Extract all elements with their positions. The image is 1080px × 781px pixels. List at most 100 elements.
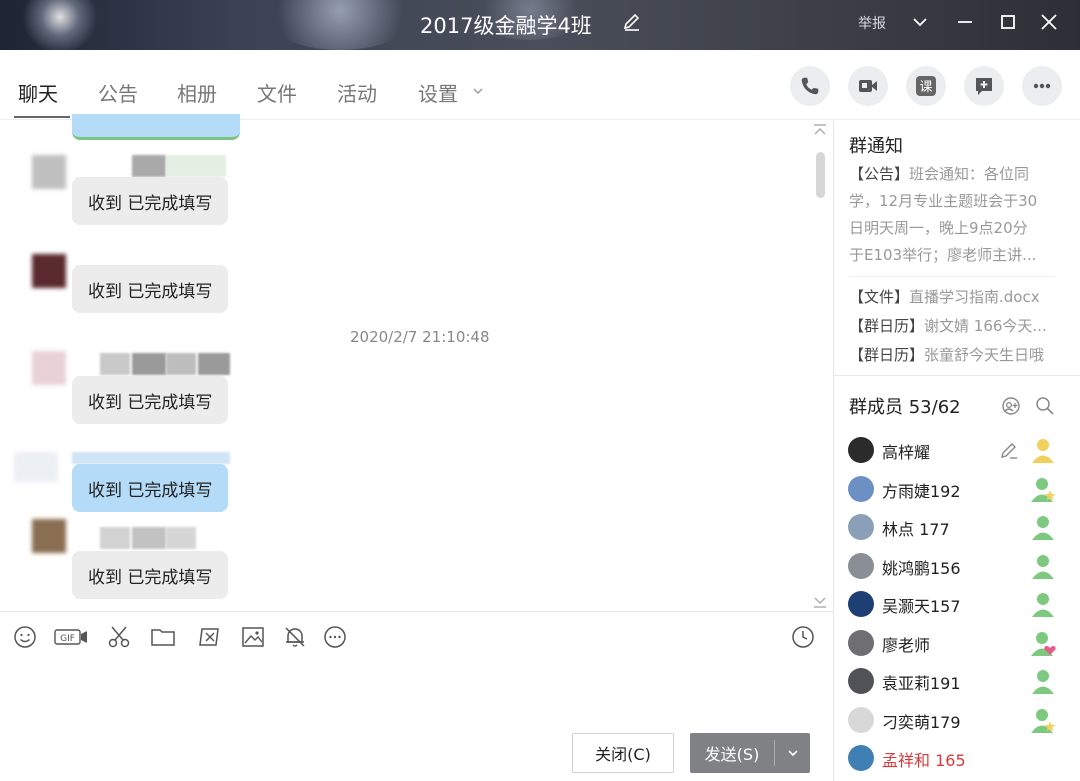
sender-name-blurred: [132, 353, 166, 375]
avatar[interactable]: [32, 351, 66, 385]
avatar: [848, 553, 874, 579]
message-bubble[interactable]: 收到 已完成填写: [72, 551, 229, 599]
class-icon-text: 课: [919, 80, 932, 95]
announcement-line[interactable]: 于E103举行；廖老师主讲...: [849, 244, 1036, 265]
more-button[interactable]: [1022, 66, 1062, 106]
folder-icon[interactable]: [150, 624, 176, 650]
tab-files[interactable]: 文件: [257, 78, 297, 107]
avatar[interactable]: [14, 452, 58, 482]
heart-badge-icon: [1031, 632, 1056, 656]
avatar[interactable]: [32, 155, 66, 189]
close-window-icon[interactable]: [1037, 10, 1061, 34]
send-options-dropdown[interactable]: [775, 747, 810, 759]
message-bubble[interactable]: 收到 已完成填写: [72, 265, 229, 313]
add-app-button[interactable]: [964, 66, 1004, 106]
member-item[interactable]: 廖老师: [848, 628, 1068, 658]
message-timestamp: 2020/2/7 21:10:48: [350, 328, 490, 346]
calendar-text: 张童舒今天生日哦: [924, 346, 1045, 364]
member-name: 孟祥和 165: [882, 751, 966, 770]
member-item[interactable]: 吴灏天157: [848, 589, 1068, 619]
tab-announcement[interactable]: 公告: [98, 78, 138, 107]
calendar-notice[interactable]: 【群日历】张童舒今天生日哦: [849, 344, 1044, 365]
report-button[interactable]: 举报: [858, 13, 886, 33]
sender-name-blurred: [166, 527, 196, 549]
message-bubble[interactable]: 收到 已完成填写: [72, 464, 229, 512]
sender-name-blurred: [166, 155, 226, 177]
video-call-button[interactable]: [848, 66, 888, 106]
announcement-text: 班会通知：各位同: [909, 165, 1030, 183]
edit-icon[interactable]: [998, 439, 1020, 461]
announcement-line[interactable]: 【公告】班会通知：各位同: [849, 163, 1029, 184]
send-button[interactable]: 发送(S): [690, 733, 810, 773]
member-badge-icon: [1032, 593, 1054, 617]
file-notice[interactable]: 【文件】直播学习指南.docx: [849, 286, 1040, 307]
avatar: [848, 591, 874, 617]
search-icon[interactable]: [1034, 395, 1056, 417]
file-tag: 【文件】: [849, 288, 910, 306]
member-item[interactable]: 姚鸿鹏156: [848, 551, 1068, 581]
members-title: 群成员 53/62: [849, 397, 961, 418]
member-item[interactable]: 方雨婕192: [848, 474, 1068, 504]
tab-settings[interactable]: 设置: [418, 78, 458, 107]
chevron-down-icon: [787, 750, 798, 757]
phone-call-button[interactable]: [790, 66, 830, 106]
admin-star-badge-icon: [1031, 709, 1056, 733]
gif-icon[interactable]: GIF: [54, 624, 88, 650]
history-clock-icon[interactable]: [790, 624, 816, 650]
send-button-label: 发送(S): [704, 745, 760, 764]
tab-album[interactable]: 相册: [177, 78, 217, 107]
member-item[interactable]: 高梓耀: [848, 435, 1068, 465]
avatar[interactable]: [32, 254, 66, 288]
more-circle-icon[interactable]: [322, 624, 348, 650]
avatar: [848, 745, 874, 771]
tab-chat[interactable]: 聊天: [18, 78, 58, 107]
image-icon[interactable]: [240, 624, 266, 650]
calendar-tag: 【群日历】: [849, 317, 925, 335]
chat-scrollbar-thumb[interactable]: [816, 152, 825, 198]
member-name: 袁亚莉191: [882, 674, 961, 693]
member-name: 刁奕萌179: [882, 713, 961, 732]
class-button[interactable]: 课: [906, 66, 946, 106]
file-name: 直播学习指南.docx: [909, 288, 1040, 306]
tab-activity[interactable]: 活动: [337, 78, 377, 107]
avatar[interactable]: [32, 519, 66, 553]
chevron-down-icon[interactable]: [908, 10, 932, 34]
member-item[interactable]: 林点 177: [848, 512, 1068, 542]
avatar: [848, 437, 874, 463]
scroll-down-icon[interactable]: [812, 596, 828, 608]
minimize-icon[interactable]: [953, 10, 977, 34]
title-decoration: [260, 0, 420, 50]
member-item[interactable]: 袁亚莉191: [848, 666, 1068, 696]
owner-badge-icon: [1032, 439, 1054, 463]
group-notice-title: 群通知: [849, 136, 903, 157]
add-app-icon: [976, 78, 992, 95]
announcement-line[interactable]: 日明天周一，晚上9点20分: [849, 217, 1028, 238]
emoji-icon[interactable]: [12, 624, 38, 650]
sender-name-blurred: [100, 527, 130, 549]
settings-chevron-icon[interactable]: [472, 85, 484, 97]
sender-name-blurred: [198, 353, 230, 375]
scroll-up-icon[interactable]: [812, 124, 828, 136]
member-item[interactable]: 刁奕萌179: [848, 705, 1068, 735]
message-bubble[interactable]: 收到 已完成填写: [72, 376, 229, 424]
calendar-text: 谢文婧 166今天...: [924, 317, 1047, 335]
calendar-notice[interactable]: 【群日历】谢文婧 166今天...: [849, 315, 1047, 336]
admin-star-badge-icon: [1031, 478, 1056, 502]
member-name: 方雨婕192: [882, 482, 961, 501]
message-bubble[interactable]: 收到 已完成填写: [72, 177, 229, 225]
divider: [849, 276, 1055, 277]
invite-member-icon[interactable]: [1000, 395, 1022, 417]
scissors-icon[interactable]: [106, 624, 132, 650]
announcement-line[interactable]: 学，12月专业主题班会于30: [849, 190, 1037, 211]
member-name: 廖老师: [882, 636, 931, 655]
screenshot-icon[interactable]: [196, 624, 222, 650]
class-icon: 课: [916, 76, 936, 96]
edit-title-icon[interactable]: [620, 10, 644, 34]
avatar: [848, 514, 874, 540]
calendar-tag: 【群日历】: [849, 346, 925, 364]
close-button[interactable]: 关闭(C): [572, 733, 674, 773]
member-badge-icon: [1032, 670, 1054, 694]
maximize-icon[interactable]: [996, 10, 1020, 34]
member-item[interactable]: 孟祥和 165: [848, 743, 1068, 773]
bell-off-icon[interactable]: [282, 624, 308, 650]
